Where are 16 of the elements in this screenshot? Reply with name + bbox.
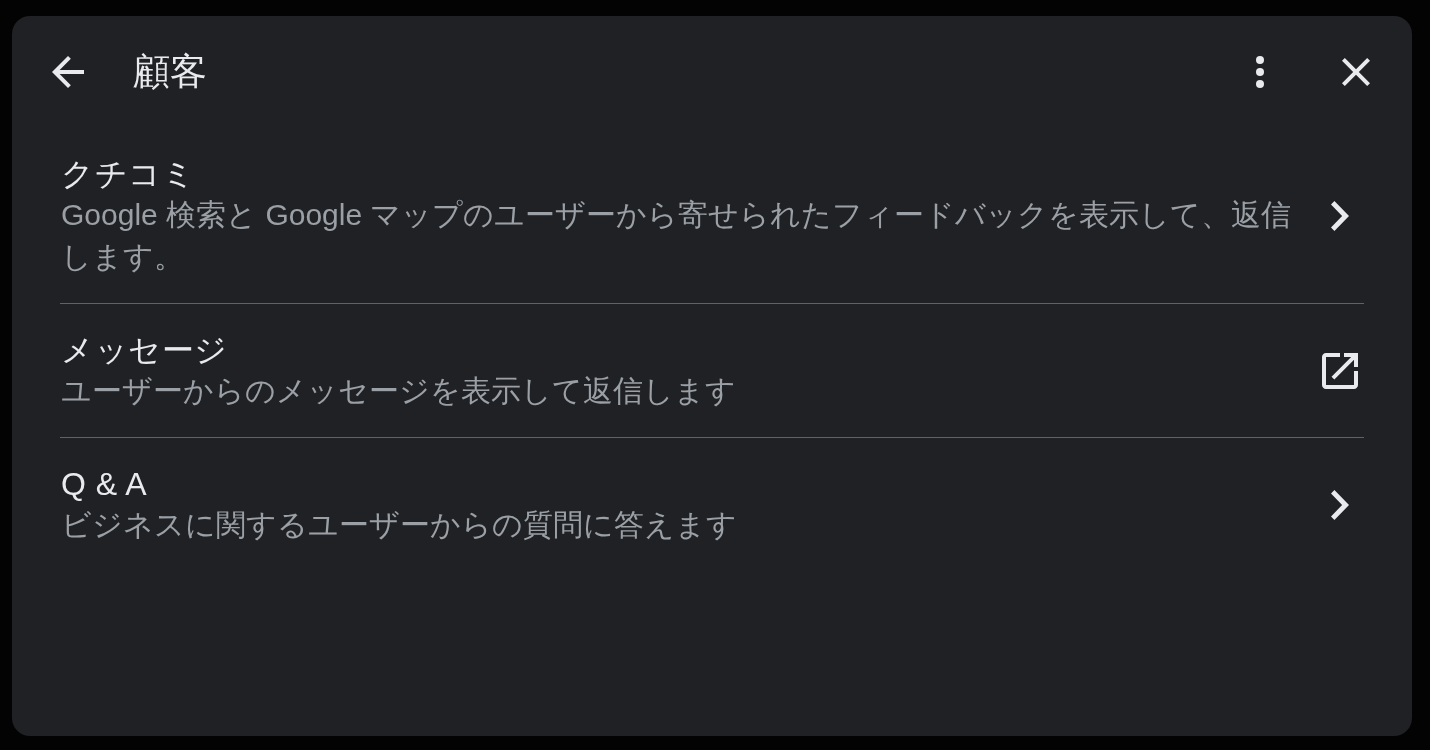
close-icon: [1342, 58, 1370, 86]
open-in-new-icon: [1322, 353, 1358, 389]
item-title: メッセージ: [61, 331, 229, 370]
item-description: Google 検索と Google マップのユーザーから寄せられたフィードバックを表示して、返信します。: [61, 197, 1293, 275]
list-item[interactable]: Q & A ビジネスに関するユーザーからの質問に答えます: [60, 438, 1364, 571]
item-description: ビジネスに関するユーザーからの質問に答えます: [61, 507, 738, 543]
chevron-right-icon: [1331, 490, 1349, 520]
list-item[interactable]: クチコミ Google 検索と Google マップのユーザーから寄せられたフィードバックを表示して、返信します。: [60, 128, 1364, 304]
dialog-title: 顧客: [133, 50, 208, 94]
item-title: クチコミ: [61, 155, 196, 194]
chevron-right-icon: [1331, 201, 1349, 231]
item-title: Q & A: [61, 465, 149, 504]
item-description: ユーザーからのメッセージを表示して返信します: [61, 373, 737, 409]
back-arrow-icon: [52, 56, 84, 88]
more-vertical-icon: [1256, 56, 1264, 88]
list-item[interactable]: メッセージ ユーザーからのメッセージを表示して返信します: [60, 304, 1364, 438]
